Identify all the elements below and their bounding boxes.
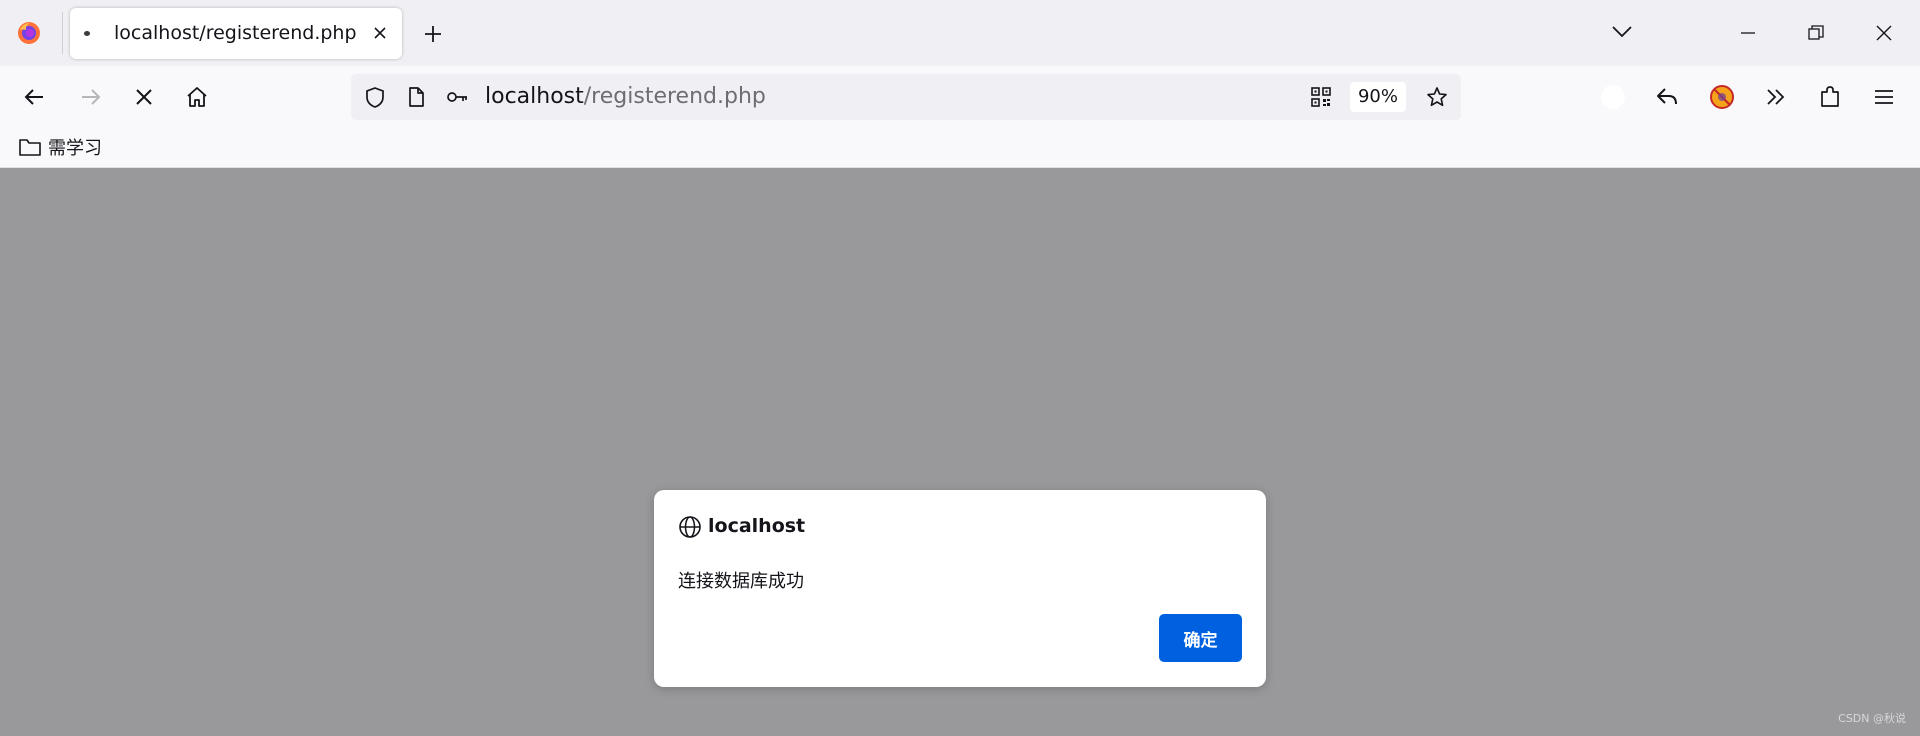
restore-icon[interactable] <box>1806 23 1826 43</box>
close-icon[interactable] <box>1874 23 1894 43</box>
globe-icon <box>679 516 701 538</box>
dialog-message: 连接数据库成功 <box>678 571 804 592</box>
reply-icon[interactable] <box>1654 84 1680 110</box>
document-icon[interactable] <box>404 85 428 109</box>
qr-code-icon[interactable] <box>1309 85 1333 109</box>
close-icon[interactable] <box>372 25 388 41</box>
url-text[interactable]: localhost/registerend.php <box>485 84 766 109</box>
url-path: /registerend.php <box>583 84 766 109</box>
tab-active[interactable]: localhost/registerend.php <box>70 8 402 59</box>
watermark: CSDN @秋说 <box>1838 712 1906 725</box>
dialog-origin: localhost <box>708 515 806 537</box>
tab-title: localhost/registerend.php <box>114 22 357 44</box>
tab-favicon-icon <box>84 31 90 36</box>
star-icon[interactable] <box>1425 85 1449 109</box>
double-chevron-icon[interactable] <box>1763 84 1789 110</box>
blocked-extension-icon[interactable] <box>1709 84 1735 110</box>
puzzle-icon[interactable] <box>1817 84 1843 110</box>
shield-icon[interactable] <box>363 85 387 109</box>
plus-icon[interactable] <box>421 22 445 46</box>
ok-button[interactable]: 确定 <box>1159 614 1242 662</box>
chevron-down-icon[interactable] <box>1611 23 1633 39</box>
hamburger-menu-icon[interactable] <box>1871 84 1897 110</box>
minimize-icon[interactable] <box>1738 23 1758 43</box>
bookmarks-toolbar: 需学习 <box>0 126 1920 168</box>
zoom-level-badge[interactable]: 90% <box>1350 82 1406 112</box>
url-host: localhost <box>485 84 584 109</box>
folder-icon <box>19 139 41 156</box>
tab-strip: localhost/registerend.php <box>0 0 1920 66</box>
navigation-toolbar: localhost/registerend.php 90% <box>0 66 1920 126</box>
home-icon[interactable] <box>184 84 210 110</box>
alert-dialog: localhost 连接数据库成功 确定 <box>654 490 1266 687</box>
tab-separator <box>62 12 63 54</box>
arrow-left-icon[interactable] <box>22 84 48 110</box>
firefox-logo[interactable] <box>17 21 41 45</box>
key-icon[interactable] <box>445 85 469 109</box>
account-circle-icon[interactable] <box>1600 84 1626 110</box>
arrow-right-icon[interactable] <box>77 84 103 110</box>
bookmark-folder[interactable]: 需学习 <box>18 134 102 160</box>
stop-icon[interactable] <box>131 84 157 110</box>
address-bar[interactable]: localhost/registerend.php 90% <box>351 74 1461 120</box>
bookmark-label: 需学习 <box>48 138 102 159</box>
